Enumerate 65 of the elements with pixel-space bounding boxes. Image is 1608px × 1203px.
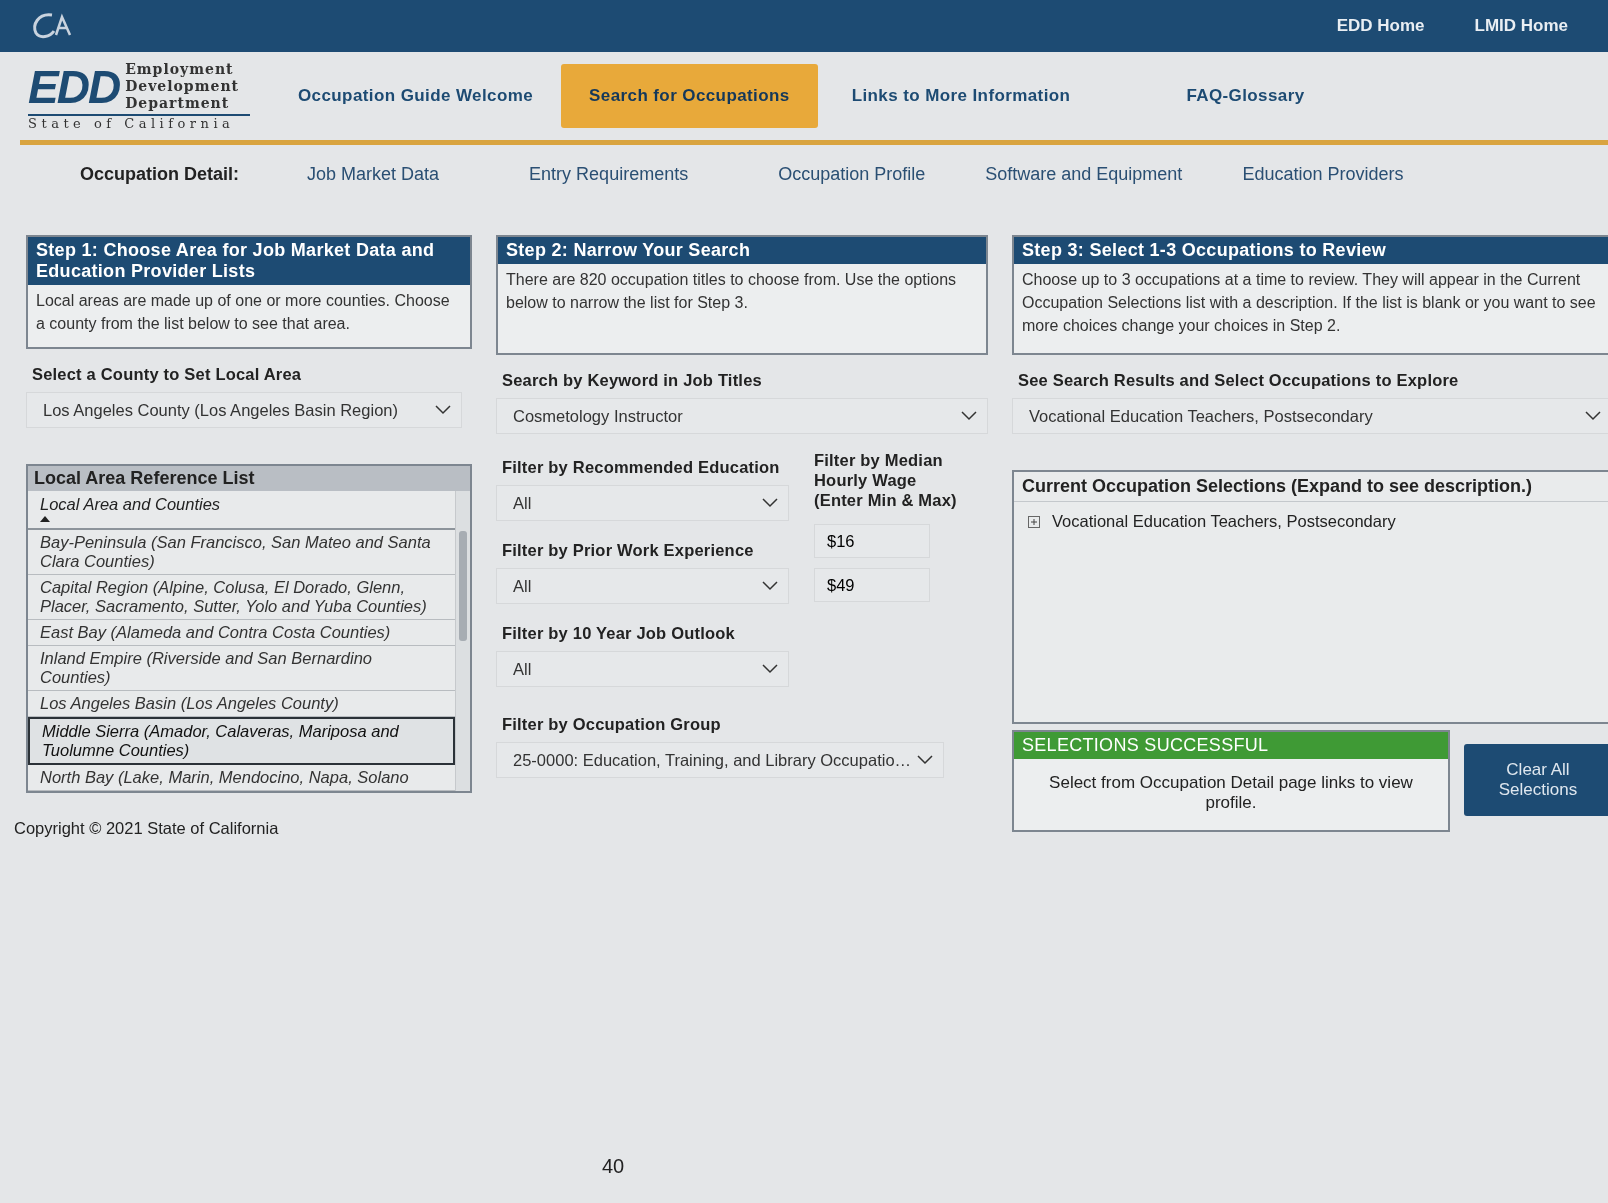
logo-text: Development (125, 78, 240, 95)
field-label: Search by Keyword in Job Titles (502, 371, 763, 390)
field-label: Filter by Median Hourly Wage (Enter Min & Max) (814, 450, 958, 510)
chevron-down-icon (762, 581, 778, 591)
filter-dropdown[interactable]: All (496, 651, 789, 687)
field-label: Select a County to Set Local Area (32, 365, 303, 384)
step-description: Local areas are made up of one or more counties. Choose a county from the list below to see that area. (35, 291, 451, 334)
step-description: Choose up to 3 occupations at a time to review. They will appear in the Current Occupation Selections list with a description. If the list is blank or you want to see more choices change your choices in Step 2. (1021, 270, 1597, 336)
header-link[interactable]: EDD Home (1336, 16, 1425, 36)
step-title: Step 1: Choose Area for Job Market Data and Education Provider Lists (28, 237, 470, 285)
nav-tab[interactable]: FAQ-Glossary (1158, 64, 1333, 128)
clear-selections-button[interactable]: Clear All Selections (1464, 744, 1608, 816)
logo-initials: EDD (28, 63, 120, 110)
chevron-down-icon (961, 411, 977, 421)
status-title: SELECTIONS SUCCESSFUL (1014, 732, 1448, 759)
column-header[interactable]: Local Area and Counties (28, 491, 455, 530)
list-row[interactable]: Bay-Peninsula (San Francisco, San Mateo and Santa Clara Counties) (28, 530, 455, 575)
filter-dropdown[interactable]: All (496, 568, 789, 604)
list-row[interactable]: Middle Sierra (Amador, Calaveras, Mariposa and Tuolumne Counties) (28, 717, 455, 765)
list-row[interactable]: East Bay (Alameda and Contra Costa Counties) (28, 620, 455, 646)
list-row[interactable]: North Bay (Lake, Marin, Mendocino, Napa, Solano (28, 765, 455, 791)
field-label: Filter by Occupation Group (502, 715, 722, 734)
sort-up-icon (40, 516, 50, 522)
detail-nav-label: Occupation Detail: (80, 163, 240, 185)
reference-list-title: Local Area Reference List (28, 466, 470, 491)
field-label: Filter by 10 Year Job Outlook (502, 624, 736, 643)
expand-icon[interactable] (1028, 515, 1040, 528)
nav-tab[interactable]: Occupation Guide Welcome (270, 64, 562, 128)
filter-dropdown[interactable]: All (496, 485, 789, 521)
nav-tab[interactable]: Search for Occupations (561, 64, 818, 128)
chevron-down-icon (435, 405, 451, 415)
detail-nav-link[interactable]: Job Market Data (307, 163, 440, 185)
logo-tagline: State of California (28, 114, 250, 131)
status-message: Select from Occupation Detail page links to view profile. (1048, 772, 1414, 813)
logo-text: Department (125, 95, 231, 112)
scrollbar[interactable] (455, 491, 470, 791)
logo-text: Employment (125, 61, 235, 78)
search-results-dropdown[interactable]: Vocational Education Teachers, Postsecondary (1012, 398, 1608, 434)
detail-nav-link[interactable]: Software and Equipment (985, 163, 1183, 185)
field-label: See Search Results and Select Occupations to Explore (1018, 371, 1460, 390)
selections-title: Current Occupation Selections (Expand to see description.) (1014, 472, 1608, 502)
chevron-down-icon (917, 755, 933, 765)
min-wage-field[interactable]: $16 (814, 524, 930, 558)
county-dropdown[interactable]: Los Angeles County (Los Angeles Basin Region) (26, 392, 462, 428)
copyright-text: Copyright © 2021 State of California (14, 819, 280, 838)
detail-nav-link[interactable]: Entry Requirements (529, 163, 689, 185)
nav-tab[interactable]: Links to More Information (823, 64, 1099, 128)
chevron-down-icon (1585, 411, 1601, 421)
list-row[interactable]: Inland Empire (Riverside and San Bernardino Counties) (28, 646, 455, 691)
list-row[interactable]: Capital Region (Alpine, Colusa, El Dorado, Glenn, Placer, Sacramento, Sutter, Yolo and Yuba Counties) (28, 575, 455, 620)
occupation-group-dropdown[interactable]: 25-0000: Education, Training, and Library Occupatio… (496, 742, 944, 778)
step-title: Step 2: Narrow Your Search (498, 237, 986, 264)
step-title: Step 3: Select 1-3 Occupations to Review (1014, 237, 1608, 264)
keyword-dropdown[interactable]: Cosmetology Instructor (496, 398, 988, 434)
detail-nav-link[interactable]: Occupation Profile (778, 163, 926, 185)
chevron-down-icon (762, 498, 778, 508)
field-label: Filter by Prior Work Experience (502, 541, 755, 560)
selection-item[interactable]: Vocational Education Teachers, Postsecondary (1052, 512, 1396, 531)
header-link[interactable]: LMID Home (1474, 16, 1568, 36)
max-wage-field[interactable]: $49 (814, 568, 930, 602)
field-label: Filter by Recommended Education (502, 458, 781, 477)
page-number: 40 (602, 1155, 625, 1178)
step-description: There are 820 occupation titles to choose from. Use the options below to narrow the list for Step 3. (505, 270, 958, 313)
detail-nav-link[interactable]: Education Providers (1242, 163, 1404, 185)
chevron-down-icon (762, 664, 778, 674)
